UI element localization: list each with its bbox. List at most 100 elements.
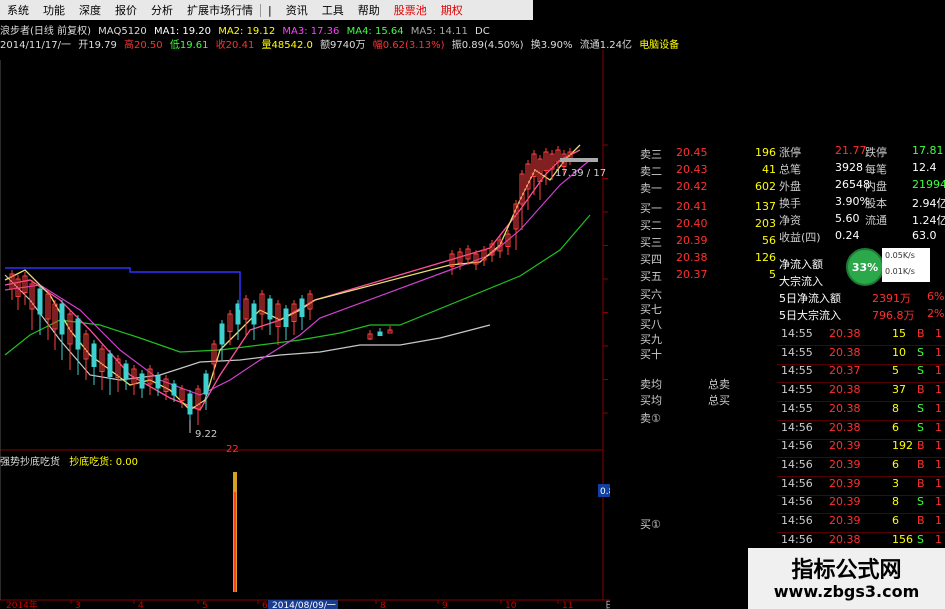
table-row[interactable]: 14:56 20.38 6 S 1 <box>777 421 945 440</box>
table-row[interactable]: 14:56 20.39 8 S 1 <box>777 495 945 515</box>
indicator-spike-core <box>234 492 236 592</box>
stats-v1: 3928 <box>835 161 863 174</box>
quote-amount: 额9740万 <box>320 40 366 51</box>
menu-item[interactable]: 期权 <box>434 2 470 18</box>
menu-item[interactable]: 股票池 <box>387 2 434 18</box>
table-row[interactable]: 14:55 20.38 37 B 1 <box>777 383 945 403</box>
tick-v: 3 <box>892 476 899 490</box>
tick-x: 1 <box>935 364 942 378</box>
menu-item[interactable]: 系统 <box>0 2 36 18</box>
menu-item[interactable]: 分析 <box>144 2 180 18</box>
flow-key: 5日大宗流入 <box>779 309 841 322</box>
flow-value: 2391万 <box>872 292 911 305</box>
tick-d: S <box>917 345 924 359</box>
buy-first-label: 买① <box>640 518 661 531</box>
orderbook-price: 20.40 <box>676 217 708 230</box>
tick-v: 8 <box>892 495 899 509</box>
x-tick-label: 2014/08/09/一 <box>272 601 336 609</box>
tick-t: 14:55 <box>781 345 813 359</box>
stats-v1: 21.77 <box>835 144 867 157</box>
orderbook-price: 20.38 <box>676 251 708 264</box>
menu-item[interactable]: 深度 <box>72 2 108 18</box>
table-row[interactable]: 14:56 20.39 6 B 1 <box>777 458 945 477</box>
menu-item[interactable]: 报价 <box>108 2 144 18</box>
orderbook-row[interactable]: 买七 <box>640 301 780 316</box>
orderbook-label: 买二 <box>640 219 662 232</box>
tick-d: S <box>917 364 924 378</box>
tick-x: 1 <box>935 514 942 527</box>
orderbook-row[interactable]: 买五 20.37 5 <box>640 268 780 283</box>
x-tick-label: 4 <box>138 601 144 609</box>
indicator-series: 抄底吃货: 0.00 <box>69 457 139 468</box>
tick-p: 20.39 <box>829 495 861 509</box>
tick-x: 1 <box>935 383 942 397</box>
x-tick-label: 6 <box>262 601 268 609</box>
stats-row: 涨停 21.77 跌停 17.81 <box>777 144 945 161</box>
price-chart[interactable]: 18.0017.0016.0015.0014.0013.0012.0011.00… <box>0 0 610 609</box>
quote-date: 2014/11/17/一 <box>0 40 72 51</box>
candle-body <box>91 343 97 367</box>
tick-d: S <box>917 532 924 546</box>
orderbook-row[interactable]: 卖三 20.45 196 <box>640 146 780 161</box>
tick-p: 20.38 <box>829 532 861 546</box>
stats-k1: 收益(四) <box>779 231 821 244</box>
tick-v: 192 <box>892 439 913 453</box>
x-tick-label: 3 <box>75 601 81 609</box>
menu-item[interactable]: | <box>260 3 279 17</box>
menu-item[interactable]: 工具 <box>315 2 351 18</box>
chart-title-bar: 浪步者(日线 前复权) MAQ5120 MA1: 19.20 MA2: 19.1… <box>0 22 540 37</box>
stats-row: 总笔 3928 每笔 12.4 <box>777 161 945 178</box>
progress-badge[interactable]: 33% <box>846 248 884 286</box>
flow-key: 净流入额 <box>779 258 823 271</box>
table-row[interactable]: 14:56 20.39 192 B 1 <box>777 439 945 459</box>
tick-d: B <box>917 383 925 397</box>
table-row[interactable]: 14:55 20.38 8 S 1 <box>777 402 945 421</box>
candle-body <box>59 303 65 335</box>
menu-item[interactable]: 帮助 <box>351 2 387 18</box>
stats-row: 净资 5.60 流通 1.24亿 <box>777 212 945 229</box>
orderbook-row[interactable]: 卖一 20.42 602 <box>640 180 780 195</box>
tick-x: 1 <box>935 476 942 490</box>
flow-key: 5日净流入额 <box>779 292 841 305</box>
menu-bar: 系统 功能 深度 报价 分析 扩展市场行情 | 资讯 工具 帮助 股票池 期权 <box>0 0 533 20</box>
tick-p: 20.38 <box>829 327 861 340</box>
tick-d: S <box>917 420 924 434</box>
flow-row: 5日净流入额 2391万 6% <box>777 290 945 307</box>
table-row[interactable]: 14:55 20.38 15 B 1 <box>777 327 945 346</box>
candle-body <box>139 373 145 389</box>
candle-body <box>171 383 177 396</box>
stats-v2: 12.4 <box>912 161 937 174</box>
x-tick-label: 5 <box>202 601 208 609</box>
tick-v: 6 <box>892 420 899 434</box>
orderbook-row[interactable]: 买一 20.41 137 <box>640 200 780 215</box>
orderbook-label: 买三 <box>640 236 662 249</box>
orderbook-row[interactable]: 买十 <box>640 346 780 361</box>
menu-item[interactable]: 功能 <box>36 2 72 18</box>
table-row[interactable]: 14:55 20.38 10 S 1 <box>777 346 945 365</box>
tick-p: 20.38 <box>829 383 861 397</box>
orderbook-row[interactable]: 买八 <box>640 316 780 331</box>
menu-item[interactable]: 资讯 <box>279 2 315 18</box>
orderbook-row[interactable]: 买六 <box>640 286 780 301</box>
tick-x: 1 <box>935 439 942 453</box>
table-row[interactable]: 14:55 20.37 5 S 1 <box>777 364 945 384</box>
tick-d: S <box>917 495 924 509</box>
orderbook-row[interactable]: 买二 20.40 203 <box>640 217 780 232</box>
orderbook-row[interactable]: 买九 <box>640 331 780 346</box>
orderbook-price: 20.39 <box>676 234 708 247</box>
orderbook-row[interactable]: 买三 20.39 56 <box>640 234 780 249</box>
orderbook-row[interactable]: 买四 20.38 126 <box>640 251 780 266</box>
tick-p: 20.39 <box>829 439 861 453</box>
tick-d: B <box>917 457 925 471</box>
orderbook-row[interactable]: 卖二 20.43 41 <box>640 163 780 178</box>
stats-v2: 1.24亿 <box>912 214 945 227</box>
tick-t: 14:56 <box>781 514 813 527</box>
sell-first-label: 卖① <box>640 412 661 425</box>
menu-item[interactable]: 扩展市场行情 <box>180 2 260 18</box>
x-tick-label: 9 <box>442 601 448 609</box>
table-row[interactable]: 14:56 20.39 3 B 1 <box>777 477 945 496</box>
table-row[interactable]: 14:56 20.39 6 B 1 <box>777 514 945 533</box>
orderbook-price: 20.42 <box>676 180 708 193</box>
x-tick-label: 日线 <box>605 599 610 609</box>
watermark: 指标公式网 www.zbgs3.com <box>748 548 945 609</box>
